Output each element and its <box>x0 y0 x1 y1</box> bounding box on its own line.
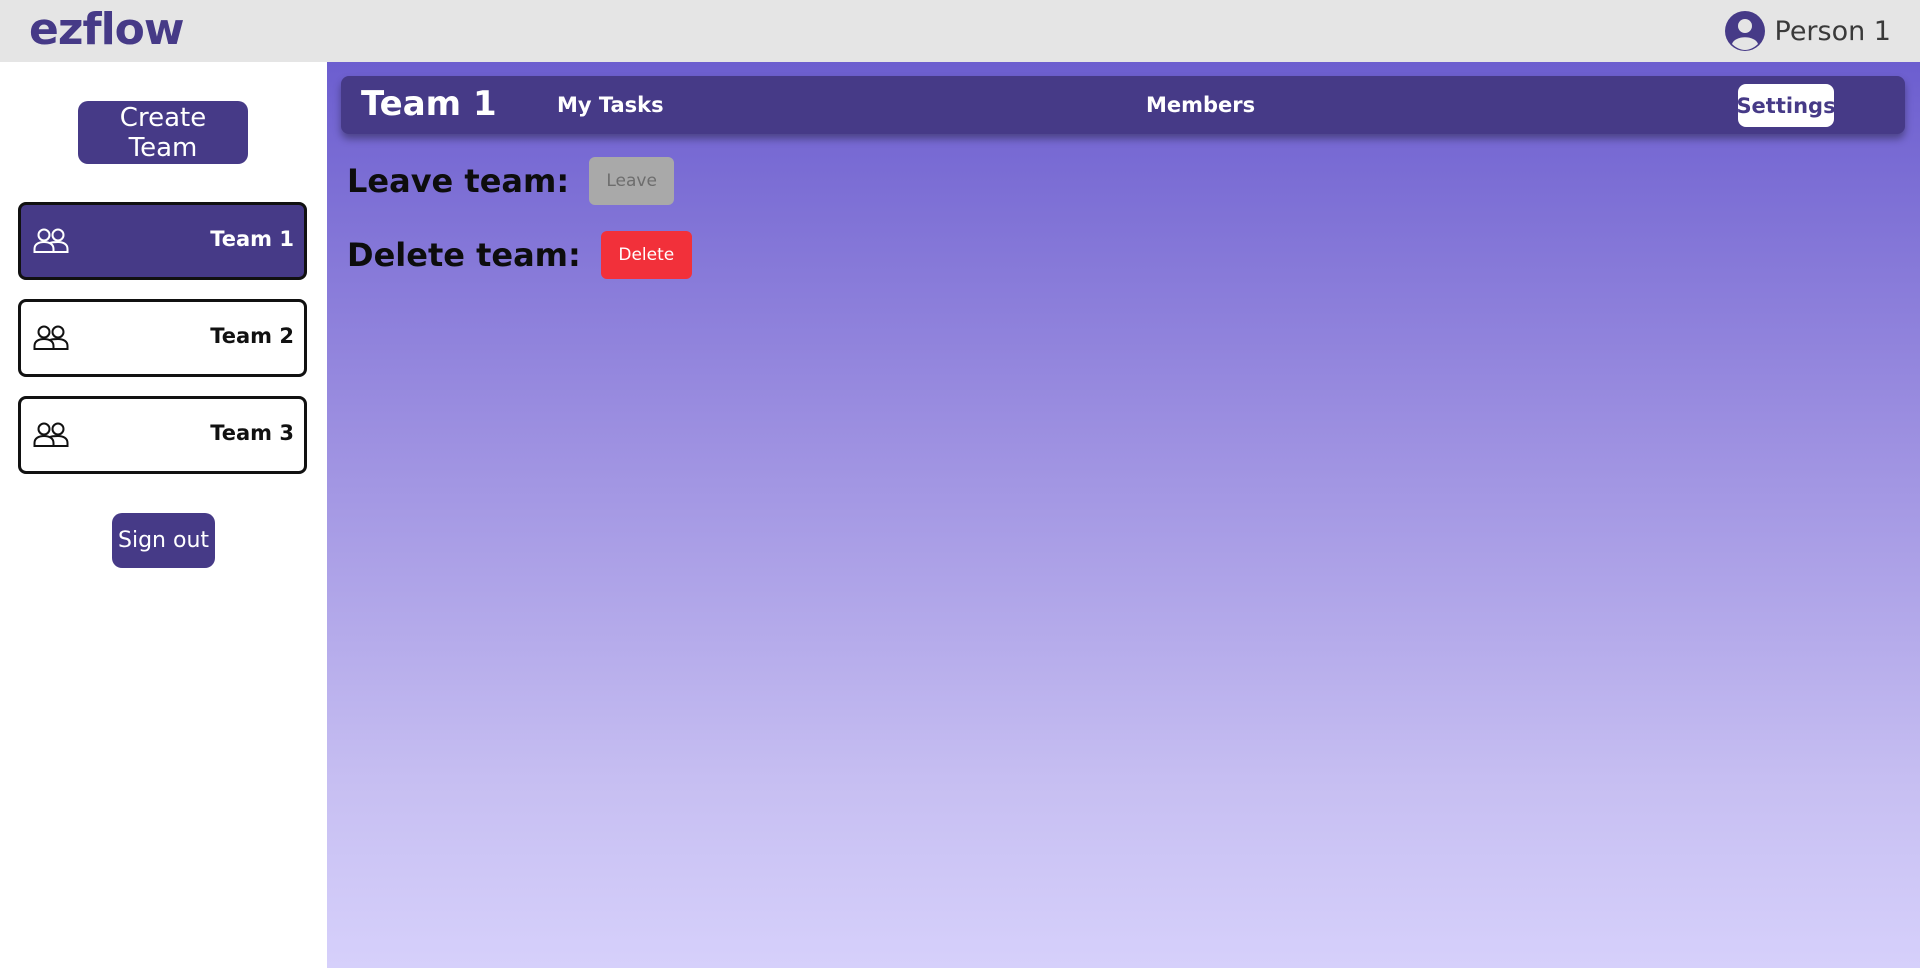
delete-button[interactable]: Delete <box>600 231 692 279</box>
create-team-button[interactable]: Create Team <box>78 101 248 164</box>
leave-button[interactable]: Leave <box>589 157 675 205</box>
sidebar-item-label: Team 3 <box>210 421 294 445</box>
user-menu[interactable]: Person 1 <box>1724 10 1892 52</box>
delete-team-row: Delete team: Delete <box>347 231 692 279</box>
users-icon <box>33 422 69 447</box>
leave-team-label: Leave team: <box>347 162 570 200</box>
tab-my-tasks[interactable]: My Tasks <box>553 88 668 122</box>
sign-out-button[interactable]: Sign out <box>112 513 215 568</box>
users-icon <box>33 325 69 350</box>
user-name: Person 1 <box>1774 15 1892 47</box>
sidebar-item-team-3[interactable]: Team 3 <box>18 396 307 474</box>
team-header-bar: Team 1 My Tasks Members Settings <box>341 76 1905 134</box>
main-content: Team 1 My Tasks Members Settings Leave t… <box>327 62 1920 968</box>
users-icon <box>33 228 69 253</box>
user-circle-icon <box>1724 11 1765 51</box>
sidebar-item-team-1[interactable]: Team 1 <box>18 202 307 280</box>
delete-team-label: Delete team: <box>347 236 581 274</box>
sidebar-item-label: Team 2 <box>210 324 294 348</box>
sidebar-item-team-2[interactable]: Team 2 <box>18 299 307 377</box>
sidebar-item-label: Team 1 <box>210 227 294 251</box>
sidebar: Create Team Team 1 Team 2 Team 3 Sign ou… <box>0 62 327 968</box>
tab-members[interactable]: Members <box>1142 88 1259 122</box>
leave-team-row: Leave team: Leave <box>347 157 675 205</box>
tab-settings[interactable]: Settings <box>1736 84 1836 127</box>
app-logo[interactable]: ezflow <box>29 4 185 55</box>
team-title: Team 1 <box>361 84 497 124</box>
top-bar: ezflow Person 1 <box>0 0 1920 62</box>
